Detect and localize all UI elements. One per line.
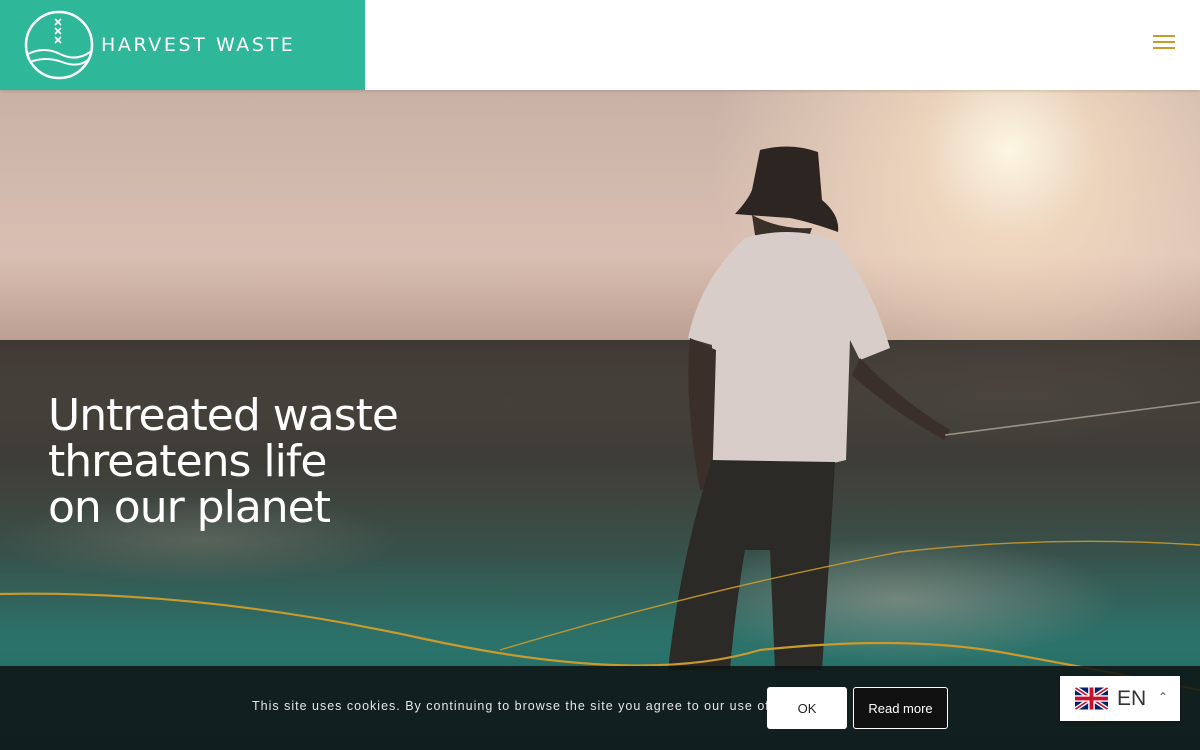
hero-section: Untreated waste threatens life on our pl… (0, 90, 1200, 750)
cookie-read-more-button[interactable]: Read more (853, 687, 948, 729)
hamburger-menu-icon[interactable] (1153, 35, 1177, 55)
uk-flag-icon (1075, 687, 1108, 710)
hero-title-line: threatens life (48, 436, 327, 487)
language-switcher[interactable]: EN ⌃ (1060, 676, 1180, 721)
brand-name: HARVEST WASTE (101, 34, 296, 56)
site-header: HARVEST WASTE (0, 0, 1200, 90)
hero-title: Untreated waste threatens life on our pl… (48, 390, 399, 533)
cookie-ok-button[interactable]: OK (767, 687, 847, 729)
hero-title-line: on our planet (48, 482, 331, 533)
harvest-waste-logo-icon (24, 10, 94, 80)
cookie-consent-bar: This site uses cookies. By continuing to… (0, 666, 1200, 750)
language-code: EN (1117, 687, 1147, 710)
hero-title-line: Untreated waste (48, 390, 399, 441)
logo-link[interactable]: HARVEST WASTE (0, 0, 365, 90)
chevron-up-icon: ⌃ (1158, 690, 1169, 704)
cookie-message: This site uses cookies. By continuing to… (252, 699, 829, 713)
